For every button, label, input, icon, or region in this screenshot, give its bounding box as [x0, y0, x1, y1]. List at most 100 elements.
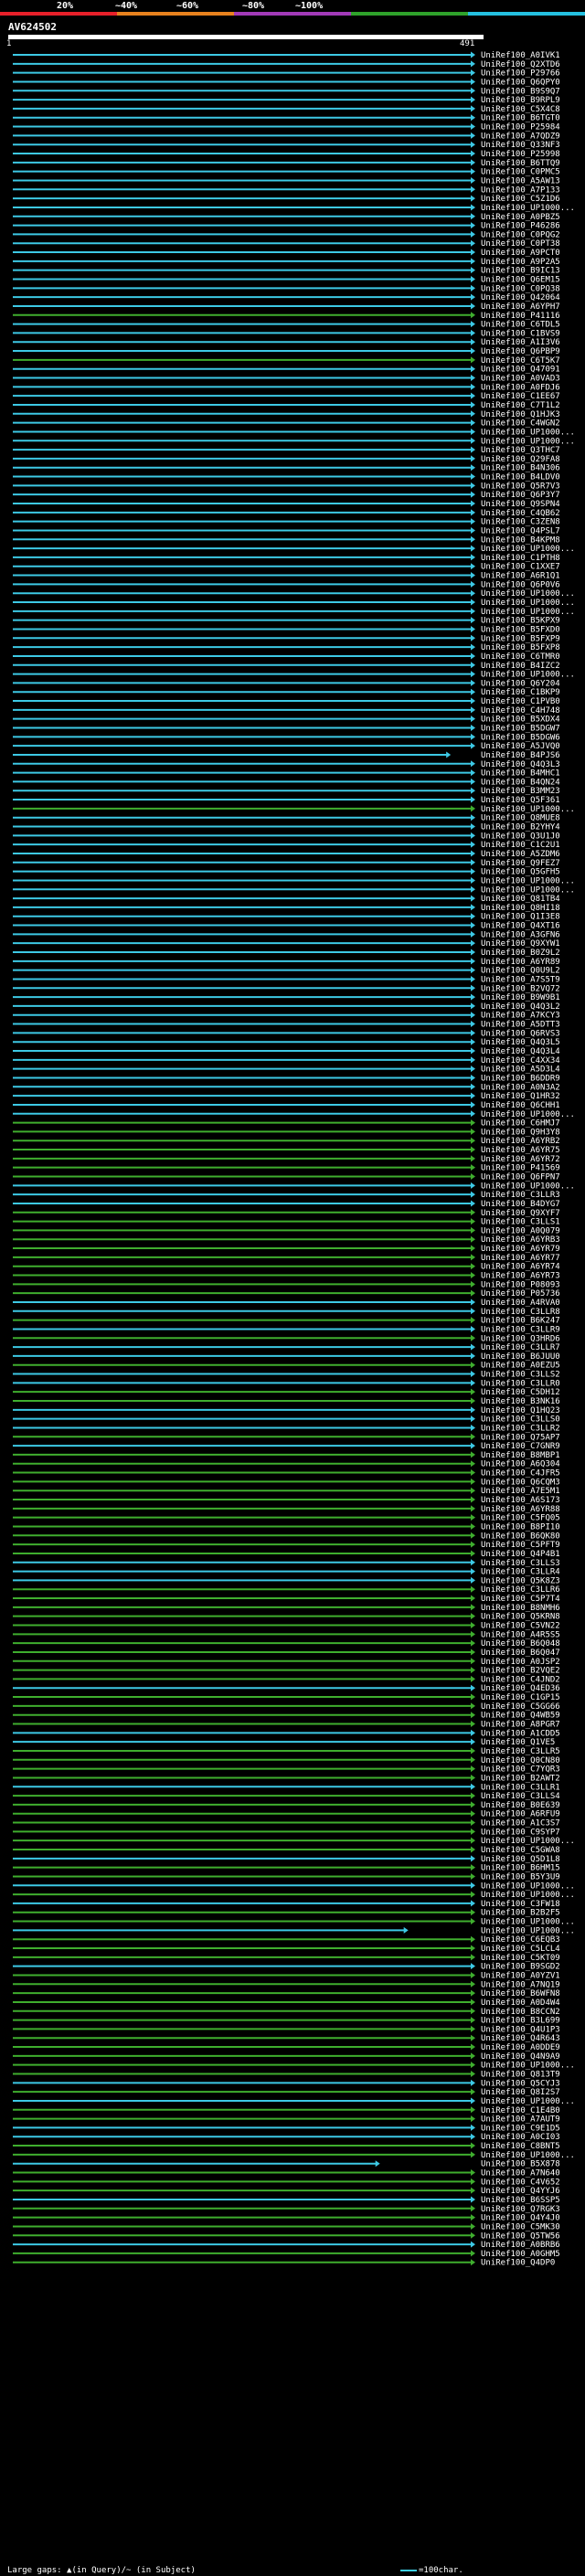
hit-label[interactable]: UniRef100_UP1000... — [481, 671, 575, 680]
hit-label[interactable]: UniRef100_P25984 — [481, 123, 560, 133]
hit-label[interactable]: UniRef100_A0Q079 — [481, 1226, 560, 1235]
hit-label[interactable]: UniRef100_C3LLR9 — [481, 1325, 560, 1334]
hit-label[interactable]: UniRef100_B8PI10 — [481, 1522, 560, 1532]
hit-label[interactable]: UniRef100_C3LLR4 — [481, 1568, 560, 1577]
hit-label[interactable]: UniRef100_A1C3S7 — [481, 1819, 560, 1829]
hit-label[interactable]: UniRef100_B6Q047 — [481, 1648, 560, 1658]
hit-label[interactable]: UniRef100_Q6QPY0 — [481, 78, 560, 87]
hit-label[interactable]: UniRef100_A6YRB3 — [481, 1235, 560, 1245]
hit-label[interactable]: UniRef100_C3LLR8 — [481, 1308, 560, 1317]
hit-label[interactable]: UniRef100_B6HM15 — [481, 1864, 560, 1873]
hit-label[interactable]: UniRef100_C0PMC5 — [481, 168, 560, 177]
hit-label[interactable]: UniRef100_C6HMJ7 — [481, 1119, 560, 1129]
hit-label[interactable]: UniRef100_Q5D1L8 — [481, 1855, 560, 1864]
hit-label[interactable]: UniRef100_C3LLS3 — [481, 1559, 560, 1568]
hit-label[interactable]: UniRef100_Q4WB59 — [481, 1712, 560, 1721]
hit-label[interactable]: UniRef100_B6Q048 — [481, 1639, 560, 1648]
hit-label[interactable]: UniRef100_Q5F361 — [481, 796, 560, 805]
hit-label[interactable]: UniRef100_B4LDV0 — [481, 473, 560, 482]
hit-label[interactable]: UniRef100_C4WGN2 — [481, 419, 560, 429]
hit-label[interactable]: UniRef100_A9PCT0 — [481, 249, 560, 258]
hit-label[interactable]: UniRef100_Q6CHH1 — [481, 1101, 560, 1110]
hit-label[interactable]: UniRef100_A0DDE9 — [481, 2043, 560, 2052]
hit-label[interactable]: UniRef100_A0PBZ5 — [481, 213, 560, 222]
hit-label[interactable]: UniRef100_UP1000... — [481, 2097, 575, 2106]
hit-label[interactable]: UniRef100_Q3THC7 — [481, 446, 560, 455]
hit-label[interactable]: UniRef100_Q4Y4J0 — [481, 2214, 560, 2223]
hit-label[interactable]: UniRef100_A6YR88 — [481, 1505, 560, 1514]
hit-label[interactable]: UniRef100_Q4Q3L4 — [481, 1047, 560, 1056]
hit-label[interactable]: UniRef100_UP1000... — [481, 1926, 575, 1935]
hit-label[interactable]: UniRef100_C5PFT9 — [481, 1541, 560, 1550]
hit-label[interactable]: UniRef100_B6DDR9 — [481, 1074, 560, 1083]
hit-label[interactable]: UniRef100_B3L699 — [481, 2017, 560, 2026]
hit-label[interactable]: UniRef100_Q6P0V6 — [481, 580, 560, 589]
hit-label[interactable]: UniRef100_A6R1Q1 — [481, 572, 560, 581]
hit-label[interactable]: UniRef100_C3LLR5 — [481, 1747, 560, 1756]
hit-label[interactable]: UniRef100_B5FXP8 — [481, 643, 560, 652]
hit-label[interactable]: UniRef100_Q4XT16 — [481, 922, 560, 931]
hit-label[interactable]: UniRef100_Q8I2S7 — [481, 2088, 560, 2097]
hit-label[interactable]: UniRef100_C4QB62 — [481, 509, 560, 518]
hit-label[interactable]: UniRef100_B9RPL9 — [481, 96, 560, 105]
hit-label[interactable]: UniRef100_C5LCL4 — [481, 1945, 560, 1954]
hit-label[interactable]: UniRef100_Q4Q3L5 — [481, 1038, 560, 1047]
hit-label[interactable]: UniRef100_A7NQ19 — [481, 1980, 560, 1989]
hit-label[interactable]: UniRef100_P29766 — [481, 69, 560, 79]
hit-label[interactable]: UniRef100_Q9XYW1 — [481, 939, 560, 949]
hit-label[interactable]: UniRef100_C3LLR2 — [481, 1424, 560, 1433]
hit-label[interactable]: UniRef100_B5DGW7 — [481, 725, 560, 734]
hit-label[interactable]: UniRef100_B4N306 — [481, 464, 560, 473]
hit-label[interactable]: UniRef100_C5X4C8 — [481, 105, 560, 114]
hit-label[interactable]: UniRef100_A6YR79 — [481, 1245, 560, 1254]
hit-label[interactable]: UniRef100_A1I3V6 — [481, 338, 560, 347]
hit-label[interactable]: UniRef100_UP1000... — [481, 437, 575, 446]
hit-label[interactable]: UniRef100_B5KPX9 — [481, 617, 560, 626]
hit-label[interactable]: UniRef100_UP1000... — [481, 428, 575, 437]
hit-label[interactable]: UniRef100_B4IZC2 — [481, 662, 560, 671]
hit-label[interactable]: UniRef100_C5MK30 — [481, 2222, 560, 2231]
hit-label[interactable]: UniRef100_Q4YYJ6 — [481, 2187, 560, 2196]
hit-label[interactable]: UniRef100_Q7RGK3 — [481, 2205, 560, 2214]
hit-label[interactable]: UniRef100_A0CI03 — [481, 2133, 560, 2142]
hit-label[interactable]: UniRef100_B0E639 — [481, 1801, 560, 1810]
hit-label[interactable]: UniRef100_C3FW18 — [481, 1900, 560, 1909]
hit-label[interactable]: UniRef100_Q1I3E8 — [481, 913, 560, 922]
hit-label[interactable]: UniRef100_Q47091 — [481, 366, 560, 375]
hit-label[interactable]: UniRef100_A0EZU5 — [481, 1362, 560, 1371]
hit-label[interactable]: UniRef100_B6TTQ9 — [481, 159, 560, 168]
hit-label[interactable]: UniRef100_Q0CN80 — [481, 1756, 560, 1765]
hit-label[interactable]: UniRef100_B5FXP9 — [481, 634, 560, 643]
hit-label[interactable]: UniRef100_A6YR73 — [481, 1272, 560, 1281]
hit-label[interactable]: UniRef100_B4QN24 — [481, 778, 560, 787]
hit-label[interactable]: UniRef100_B4DYG7 — [481, 1200, 560, 1209]
hit-label[interactable]: UniRef100_C3LLR7 — [481, 1343, 560, 1352]
hit-label[interactable]: UniRef100_Q75AP7 — [481, 1433, 560, 1442]
hit-label[interactable]: UniRef100_B6WFN8 — [481, 1989, 560, 1998]
hit-label[interactable]: UniRef100_Q6RVS3 — [481, 1029, 560, 1038]
hit-label[interactable]: UniRef100_Q4ED36 — [481, 1684, 560, 1693]
hit-label[interactable]: UniRef100_C5FQ05 — [481, 1514, 560, 1523]
hit-label[interactable]: UniRef100_Q9FEZ7 — [481, 859, 560, 868]
hit-label[interactable]: UniRef100_Q5GFH5 — [481, 868, 560, 877]
hit-label[interactable]: UniRef100_A9P2A5 — [481, 258, 560, 267]
hit-label[interactable]: UniRef100_C5VN22 — [481, 1622, 560, 1631]
hit-label[interactable]: UniRef100_A6YR72 — [481, 1155, 560, 1164]
hit-label[interactable]: UniRef100_Q4DP0 — [481, 2259, 555, 2268]
hit-label[interactable]: UniRef100_Q8HI18 — [481, 904, 560, 913]
hit-label[interactable]: UniRef100_B2YHY4 — [481, 823, 560, 832]
hit-label[interactable]: UniRef100_B2AWT2 — [481, 1774, 560, 1783]
hit-label[interactable]: UniRef100_C5Z1D6 — [481, 195, 560, 204]
hit-label[interactable]: UniRef100_Q6CQM3 — [481, 1478, 560, 1487]
hit-label[interactable]: UniRef100_C9SYP7 — [481, 1828, 560, 1837]
hit-label[interactable]: UniRef100_Q4N9A9 — [481, 2052, 560, 2062]
hit-label[interactable]: UniRef100_Q4PSL7 — [481, 526, 560, 535]
hit-label[interactable]: UniRef100_P25998 — [481, 150, 560, 159]
hit-label[interactable]: UniRef100_A0IVK1 — [481, 51, 560, 60]
hit-label[interactable]: UniRef100_Q1HQ23 — [481, 1406, 560, 1415]
hit-label[interactable]: UniRef100_A0BRB6 — [481, 2241, 560, 2250]
hit-label[interactable]: UniRef100_Q5R7V3 — [481, 482, 560, 491]
hit-label[interactable]: UniRef100_C6TMR0 — [481, 652, 560, 662]
hit-label[interactable]: UniRef100_A6YR75 — [481, 1146, 560, 1155]
hit-label[interactable]: UniRef100_Q5CYJ3 — [481, 2079, 560, 2088]
